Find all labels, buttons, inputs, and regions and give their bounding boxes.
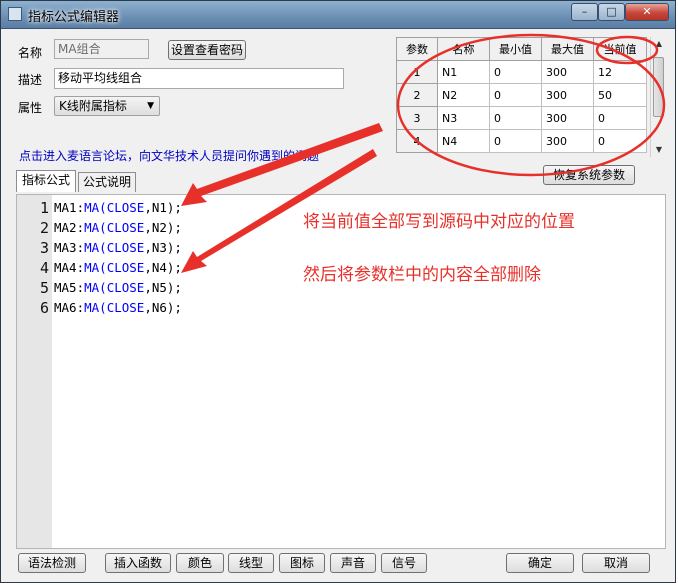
annotation-text-1: 将当前值全部写到源码中对应的位置 — [303, 212, 575, 232]
annotation-text-2: 然后将参数栏中的内容全部删除 — [303, 265, 541, 285]
annotation-overlay — [181, 33, 666, 273]
highlight-ellipse-params — [396, 33, 666, 177]
formula-editor-window: 指标公式编辑器 – □ ✕ 名称 MA组合 设置查看密码 描述 移动平均线组合 … — [0, 0, 676, 583]
highlight-ellipse-current — [595, 35, 659, 65]
